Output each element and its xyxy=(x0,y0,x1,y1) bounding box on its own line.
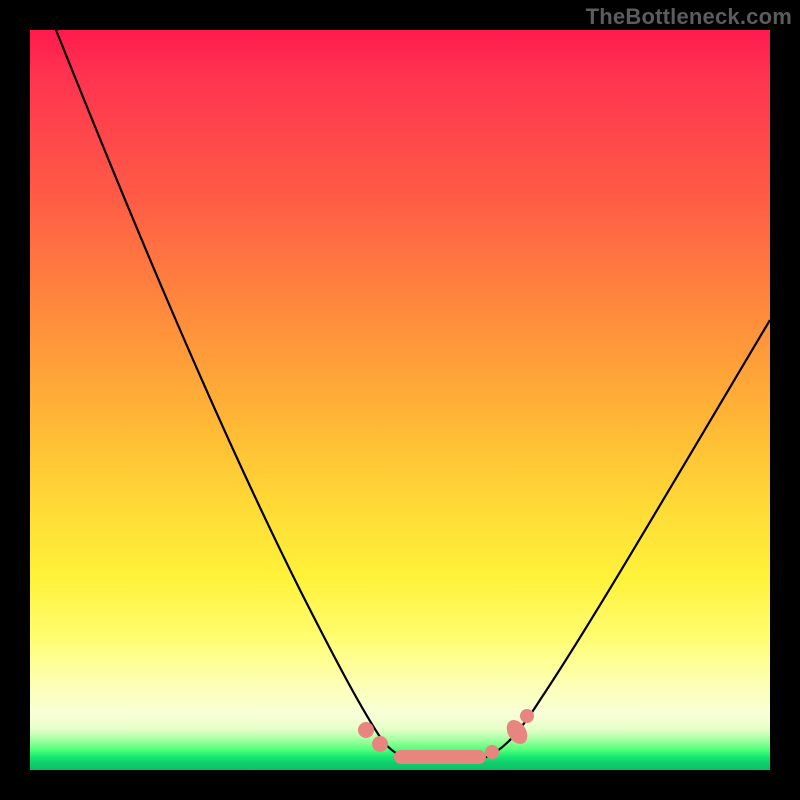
curve-left-branch xyxy=(52,20,408,758)
marker-dot xyxy=(520,709,534,723)
curve-layer xyxy=(30,30,770,770)
trough-markers xyxy=(358,709,534,764)
marker-dot xyxy=(485,745,499,759)
plot-area xyxy=(30,30,770,770)
watermark-text: TheBottleneck.com xyxy=(586,4,792,30)
marker-bar xyxy=(394,750,486,764)
outer-frame: TheBottleneck.com xyxy=(0,0,800,800)
marker-dot xyxy=(358,722,374,738)
marker-dot xyxy=(372,736,388,752)
curve-right-branch xyxy=(484,320,770,758)
